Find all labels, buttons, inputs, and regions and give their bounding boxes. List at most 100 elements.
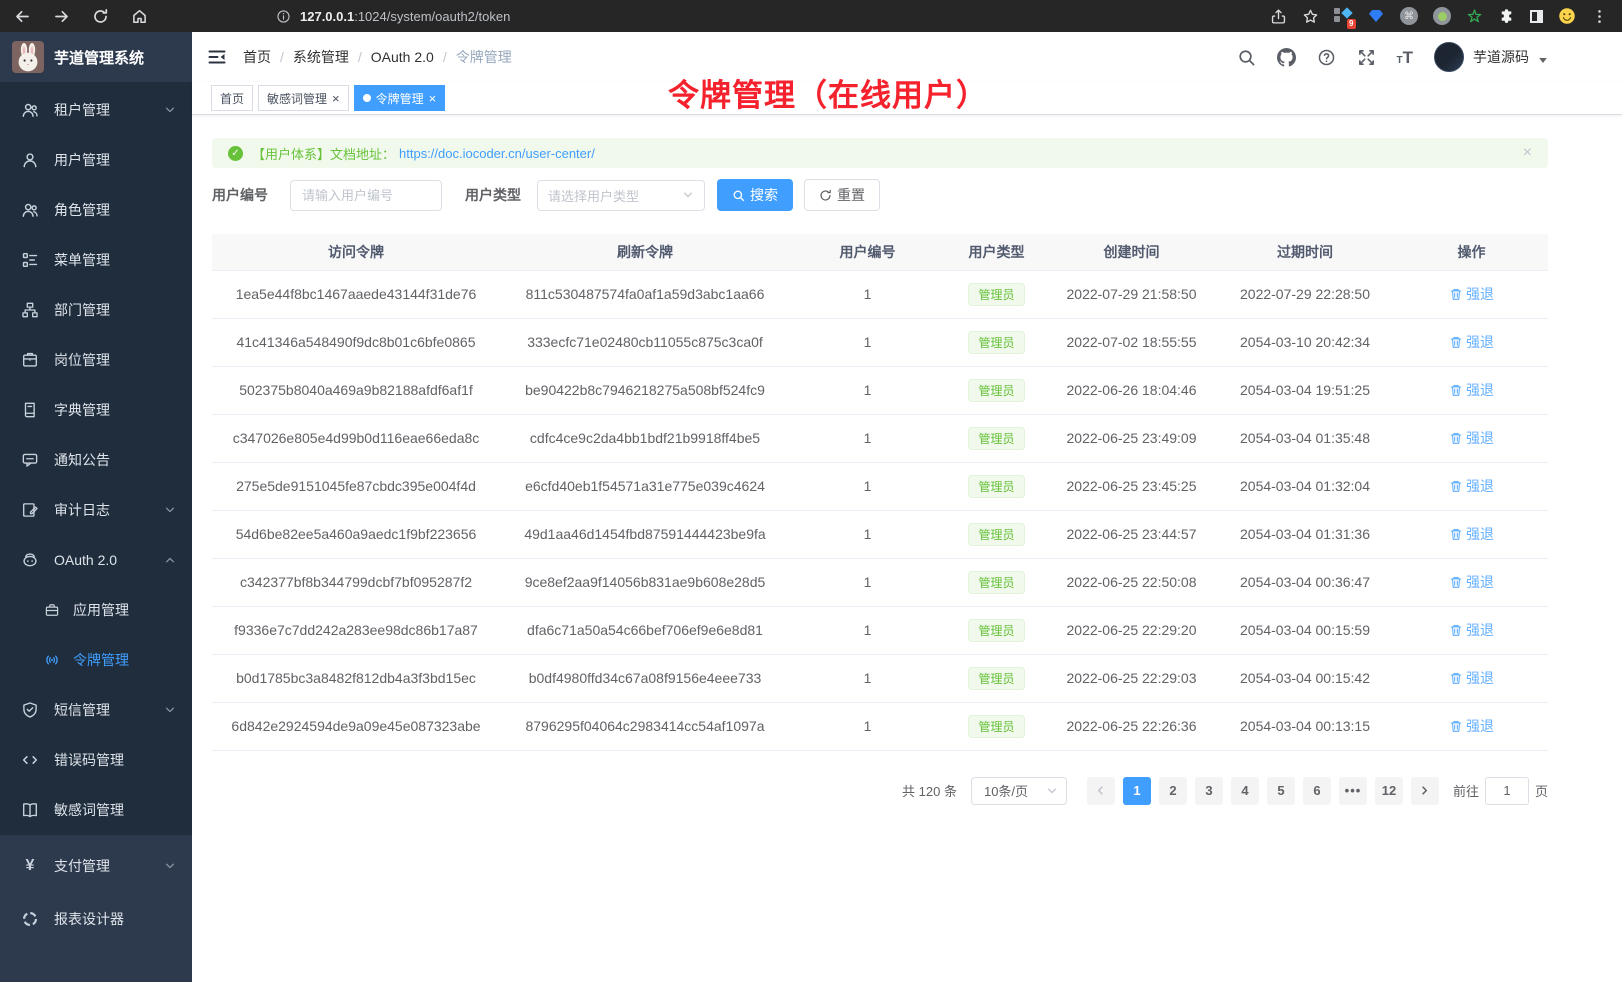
breadcrumb-item[interactable]: 系统管理: [293, 47, 349, 67]
close-icon[interactable]: ×: [332, 92, 340, 105]
force-logout-button[interactable]: 强退: [1449, 716, 1494, 736]
page-button[interactable]: 1: [1123, 777, 1151, 805]
page-button[interactable]: 4: [1231, 777, 1259, 805]
sidebar-item-oauth[interactable]: OAuth 2.0: [0, 535, 192, 585]
page-button[interactable]: 12: [1375, 777, 1403, 805]
prev-page-button[interactable]: [1087, 777, 1115, 805]
fullscreen-icon[interactable]: [1357, 48, 1376, 67]
force-logout-button[interactable]: 强退: [1449, 332, 1494, 352]
page-button[interactable]: 2: [1159, 777, 1187, 805]
page-ellipsis[interactable]: •••: [1339, 777, 1367, 805]
split-screen-icon[interactable]: [1530, 10, 1543, 23]
force-logout-button[interactable]: 强退: [1449, 668, 1494, 688]
sidebar-item-sms[interactable]: 短信管理: [0, 685, 192, 735]
extension-star-icon[interactable]: [1466, 8, 1483, 25]
sidebar-item-report[interactable]: 报表设计器: [0, 892, 192, 945]
close-icon[interactable]: ×: [1523, 144, 1532, 162]
tab-label: 令牌管理: [376, 90, 424, 107]
github-icon[interactable]: [1277, 48, 1296, 67]
user-type-cell: 管理员: [945, 318, 1048, 366]
refresh-icon: [819, 189, 832, 202]
sidebar-item-application[interactable]: 应用管理: [0, 585, 192, 635]
tab-item-0[interactable]: 首页: [211, 85, 253, 111]
extension-gem-icon[interactable]: [1367, 7, 1385, 25]
breadcrumb-item[interactable]: OAuth 2.0: [371, 49, 434, 65]
sidebar-item-label: 角色管理: [54, 200, 110, 220]
force-logout-button[interactable]: 强退: [1449, 620, 1494, 640]
user-profile[interactable]: 芋道源码: [1434, 42, 1548, 72]
user-type-cell: 管理员: [945, 510, 1048, 558]
access-token-cell: 54d6be82ee5a460a9aedc1f9bf223656: [212, 510, 500, 558]
active-dot-icon: [363, 94, 371, 102]
refresh-token-cell: e6cfd40eb1f54571a31e775e039c4624: [500, 462, 790, 510]
bookmark-star-icon[interactable]: [1302, 8, 1319, 25]
sidebar-item-label: 敏感词管理: [54, 800, 124, 820]
sidebar-item-token[interactable]: 令牌管理: [0, 635, 192, 685]
goto-page-input[interactable]: [1485, 777, 1529, 805]
share-icon[interactable]: [1270, 8, 1287, 25]
user-type-select[interactable]: 请选择用户类型: [537, 180, 705, 211]
back-icon[interactable]: [14, 8, 31, 25]
sidebar-item-post[interactable]: 岗位管理: [0, 335, 192, 385]
user-type-cell: 管理员: [945, 558, 1048, 606]
force-logout-button[interactable]: 强退: [1449, 572, 1494, 592]
sidebar-item-label: 用户管理: [54, 150, 110, 170]
action-cell: 强退: [1395, 318, 1548, 366]
page-button[interactable]: 3: [1195, 777, 1223, 805]
browser-menu-icon[interactable]: [1591, 8, 1608, 25]
sidebar-item-notice[interactable]: 通知公告: [0, 435, 192, 485]
user-type-badge: 管理员: [968, 715, 1024, 738]
doc-link[interactable]: https://doc.iocoder.cn/user-center/: [399, 146, 595, 161]
chevron-down-icon: [164, 704, 176, 716]
select-placeholder: 请选择用户类型: [548, 186, 639, 205]
table-row: c342377bf8b344799dcbf7bf095287f29ce8ef2a…: [212, 558, 1548, 606]
force-logout-button[interactable]: 强退: [1449, 428, 1494, 448]
reset-button[interactable]: 重置: [804, 179, 880, 211]
extension-grid-icon[interactable]: 9: [1334, 7, 1352, 25]
profile-avatar-icon[interactable]: [1558, 7, 1576, 25]
page-button[interactable]: 6: [1303, 777, 1331, 805]
chevron-up-icon: [164, 554, 176, 566]
home-icon[interactable]: [131, 8, 148, 25]
force-logout-button[interactable]: 强退: [1449, 380, 1494, 400]
url-bar[interactable]: 127.0.0.1:1024/system/oauth2/token: [276, 9, 510, 24]
user-id-input[interactable]: [290, 180, 442, 211]
sidebar-item-audit[interactable]: 审计日志: [0, 485, 192, 535]
content: ✓ 【用户体系】文档地址： https://doc.iocoder.cn/use…: [192, 115, 1622, 982]
sidebar-item-menu[interactable]: 菜单管理: [0, 235, 192, 285]
audit-icon: [21, 501, 39, 519]
page-button[interactable]: 5: [1267, 777, 1295, 805]
sidebar-item-dict[interactable]: 字典管理: [0, 385, 192, 435]
force-logout-button[interactable]: 强退: [1449, 524, 1494, 544]
collapse-sidebar-icon[interactable]: [207, 47, 227, 67]
sidebar-item-role[interactable]: 角色管理: [0, 185, 192, 235]
tab-item-2[interactable]: 令牌管理 ×: [354, 85, 446, 111]
close-icon[interactable]: ×: [429, 92, 437, 105]
reload-icon[interactable]: [92, 8, 109, 25]
breadcrumb-separator: /: [280, 49, 284, 65]
next-page-button[interactable]: [1411, 777, 1439, 805]
extension-command-icon[interactable]: ⌘: [1400, 7, 1418, 25]
help-icon[interactable]: [1317, 48, 1336, 67]
sidebar-item-user[interactable]: 用户管理: [0, 135, 192, 185]
info-icon[interactable]: [276, 9, 291, 24]
sidebar-item-payment[interactable]: ¥支付管理: [0, 839, 192, 892]
force-logout-button[interactable]: 强退: [1449, 284, 1494, 304]
search-icon[interactable]: [1237, 48, 1256, 67]
sidebar-item-tenant[interactable]: 租户管理: [0, 85, 192, 135]
extension-puzzle-icon[interactable]: [1498, 8, 1515, 25]
font-size-icon[interactable]: TT: [1397, 49, 1414, 66]
forward-icon[interactable]: [53, 8, 70, 25]
expires-at-cell: 2054-03-04 00:15:42: [1215, 654, 1395, 702]
breadcrumb-item[interactable]: 首页: [243, 47, 271, 67]
page-size-select[interactable]: 10条/页: [971, 777, 1067, 805]
app-logo[interactable]: 芋道管理系统: [0, 32, 192, 82]
sidebar-item-errcode[interactable]: 错误码管理: [0, 735, 192, 785]
extension-record-icon[interactable]: [1433, 7, 1451, 25]
sidebar-item-sensitive[interactable]: 敏感词管理: [0, 785, 192, 835]
force-logout-button[interactable]: 强退: [1449, 476, 1494, 496]
search-button[interactable]: 搜索: [717, 179, 793, 211]
user-id-cell: 1: [790, 462, 945, 510]
tab-item-1[interactable]: 敏感词管理×: [258, 85, 349, 111]
sidebar-item-department[interactable]: 部门管理: [0, 285, 192, 335]
